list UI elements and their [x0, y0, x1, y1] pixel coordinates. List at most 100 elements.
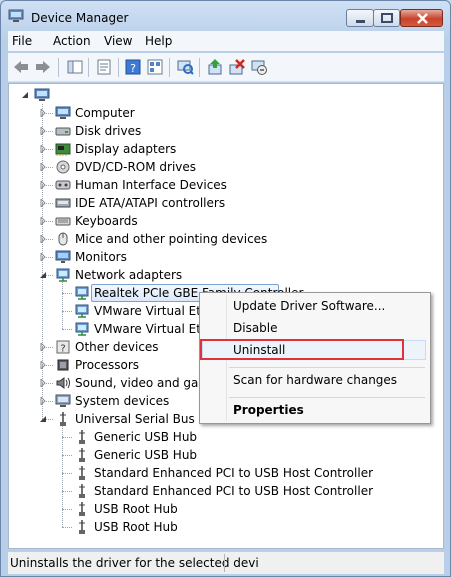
- close-button[interactable]: [400, 9, 443, 27]
- tree-category-item[interactable]: Network adapters: [9, 266, 443, 284]
- back-arrow-icon[interactable]: [12, 58, 30, 76]
- show-hide-console-tree-icon[interactable]: [66, 58, 84, 76]
- tree-item-label: Display adapters: [75, 142, 177, 156]
- usb-icon: [60, 412, 66, 426]
- network-adapter-icon: [75, 286, 89, 300]
- network-adapter-icon: [75, 304, 89, 318]
- forward-arrow-icon[interactable]: [34, 58, 52, 76]
- minimize-button[interactable]: [346, 9, 374, 27]
- scan-hardware-icon[interactable]: [176, 58, 194, 76]
- usb-icon: [79, 430, 85, 444]
- tree-item-label: USB Root Hub: [94, 520, 178, 534]
- tree-root-computer[interactable]: [9, 86, 443, 104]
- expand-icon[interactable]: [39, 253, 47, 261]
- tree-category-item[interactable]: Disk drives: [9, 122, 443, 140]
- expand-icon[interactable]: [39, 397, 47, 405]
- expand-icon[interactable]: [39, 109, 47, 117]
- tree-device-item[interactable]: Generic USB Hub: [9, 446, 443, 464]
- menu-properties[interactable]: Properties: [233, 403, 304, 417]
- tree-item-label: Keyboards: [75, 214, 138, 228]
- status-text: Uninstalls the driver for the selected d…: [10, 556, 259, 570]
- expand-icon[interactable]: [39, 127, 47, 135]
- menu-file[interactable]: File: [12, 34, 32, 48]
- menu-action[interactable]: Action: [53, 34, 91, 48]
- svg-text:?: ?: [60, 344, 65, 355]
- tree-category-item[interactable]: Display adapters: [9, 140, 443, 158]
- title-bar[interactable]: Device Manager: [1, 1, 450, 31]
- maximize-icon: [381, 13, 393, 23]
- usb-icon: [79, 466, 85, 480]
- tree-item-label: USB Root Hub: [94, 502, 178, 516]
- tree-device-item[interactable]: USB Root Hub: [9, 500, 443, 518]
- tree-device-item[interactable]: Generic USB Hub: [9, 428, 443, 446]
- tree-item-label: Standard Enhanced PCI to USB Host Contro…: [94, 484, 374, 498]
- expand-icon[interactable]: [39, 343, 47, 351]
- window-title: Device Manager: [31, 11, 129, 25]
- properties-sheet-icon[interactable]: [95, 58, 113, 76]
- monitor-icon: [55, 250, 71, 263]
- close-icon: [417, 13, 428, 24]
- tree-item-label: Standard Enhanced PCI to USB Host Contro…: [94, 466, 374, 480]
- view-icon[interactable]: [146, 58, 164, 76]
- computer-icon: [34, 88, 50, 101]
- minimize-icon: [356, 20, 365, 23]
- display-adapter-icon: [55, 143, 71, 156]
- menu-help[interactable]: Help: [145, 34, 172, 48]
- expand-icon[interactable]: [39, 379, 47, 387]
- menu-disable[interactable]: Disable: [233, 321, 278, 335]
- tree-category-item[interactable]: Monitors: [9, 248, 443, 266]
- uninstall-highlight-box: [200, 339, 404, 360]
- tree-item-label: Processors: [75, 358, 140, 372]
- mouse-icon: [58, 232, 68, 246]
- tree-category-item[interactable]: Computer: [9, 104, 443, 122]
- expand-icon[interactable]: [39, 163, 47, 171]
- tree-device-item[interactable]: USB Root Hub: [9, 518, 443, 536]
- expand-icon[interactable]: [39, 181, 47, 189]
- tree-category-item[interactable]: Human Interface Devices: [9, 176, 443, 194]
- maximize-button[interactable]: [373, 9, 400, 27]
- sound-icon: [56, 377, 70, 389]
- tree-item-label: Human Interface Devices: [75, 178, 227, 192]
- tree-category-item[interactable]: Mice and other pointing devices: [9, 230, 443, 248]
- expand-icon[interactable]: [39, 361, 47, 369]
- help-icon[interactable]: ?: [124, 58, 142, 76]
- expand-icon[interactable]: [39, 217, 47, 225]
- uninstall-device-icon[interactable]: [228, 58, 246, 76]
- collapse-icon[interactable]: [21, 91, 29, 99]
- usb-icon: [79, 484, 85, 498]
- menu-view[interactable]: View: [104, 34, 132, 48]
- tree-item-label: Computer: [75, 106, 135, 120]
- dvd-drive-icon: [56, 160, 70, 174]
- menu-update-driver-software[interactable]: Update Driver Software...: [233, 299, 385, 313]
- tree-category-item[interactable]: DVD/CD-ROM drives: [9, 158, 443, 176]
- tree-device-item[interactable]: Standard Enhanced PCI to USB Host Contro…: [9, 482, 443, 500]
- tree-category-item[interactable]: IDE ATA/ATAPI controllers: [9, 194, 443, 212]
- expand-icon[interactable]: [39, 235, 47, 243]
- expand-icon[interactable]: [39, 199, 47, 207]
- tree-item-label: Network adapters: [75, 268, 183, 282]
- tree-item-label: Generic USB Hub: [94, 430, 198, 444]
- tree-category-item[interactable]: Keyboards: [9, 212, 443, 230]
- collapse-icon[interactable]: [39, 415, 47, 423]
- network-adapter-icon: [75, 322, 89, 336]
- collapse-icon[interactable]: [39, 271, 47, 279]
- hid-icon: [55, 180, 71, 190]
- tree-item-label: Generic USB Hub: [94, 448, 198, 462]
- tree-item-label: Other devices: [75, 340, 159, 354]
- usb-icon: [79, 502, 85, 516]
- ide-controller-icon: [55, 198, 71, 208]
- menu-scan-for-hardware-changes[interactable]: Scan for hardware changes: [233, 373, 397, 387]
- tree-item-label: Monitors: [75, 250, 127, 264]
- tree-item-label: Sound, video and game: [75, 376, 218, 390]
- status-bar: Uninstalls the driver for the selected d…: [8, 551, 444, 574]
- tree-device-item[interactable]: Standard Enhanced PCI to USB Host Contro…: [9, 464, 443, 482]
- network-adapter-icon: [56, 268, 70, 282]
- toolbar: ?: [8, 53, 444, 82]
- update-driver-icon[interactable]: [206, 58, 224, 76]
- device-manager-window: Device Manager File Action View Help ? C…: [0, 0, 451, 577]
- unknown-device-icon: ?: [56, 340, 70, 355]
- disable-device-icon[interactable]: [250, 58, 268, 76]
- keyboard-icon: [55, 217, 71, 226]
- tree-item-label: System devices: [75, 394, 170, 408]
- expand-icon[interactable]: [39, 145, 47, 153]
